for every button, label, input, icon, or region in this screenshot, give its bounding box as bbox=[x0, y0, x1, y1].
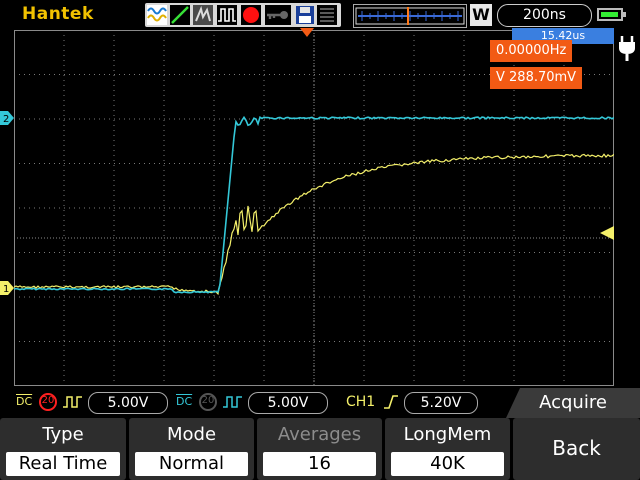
trigger-position-marker[interactable] bbox=[300, 28, 314, 38]
svg-text:2: 2 bbox=[3, 114, 9, 125]
frequency-readout: 0.00000Hz bbox=[490, 40, 573, 62]
ch2-ground-marker[interactable]: 2 bbox=[0, 111, 14, 125]
record-icon[interactable] bbox=[241, 5, 261, 25]
softkey-type-value: Real Time bbox=[6, 452, 120, 476]
softkey-averages-value: 16 bbox=[263, 452, 376, 476]
battery-icon bbox=[597, 8, 626, 21]
trigger-source: CH1 bbox=[346, 394, 376, 410]
softkey-averages[interactable]: Averages 16 bbox=[257, 418, 382, 480]
trigger-level-marker[interactable] bbox=[600, 226, 614, 240]
save-icon[interactable] bbox=[295, 5, 315, 25]
softkey-mode-title: Mode bbox=[166, 424, 217, 445]
menu-title-acquire: Acquire bbox=[506, 388, 640, 418]
ch1-scale[interactable]: 5.00V bbox=[88, 392, 168, 414]
timebase-readout[interactable]: 200ns bbox=[497, 4, 592, 27]
voltage-readout: V 288.70mV bbox=[490, 67, 583, 89]
menu-icon[interactable] bbox=[317, 5, 337, 25]
waveform-icon[interactable] bbox=[147, 5, 167, 25]
memory-window-marker: W bbox=[470, 4, 492, 26]
svg-text:1: 1 bbox=[3, 284, 9, 295]
ch1-bw-label: 20 bbox=[41, 395, 55, 406]
trigger-level[interactable]: 5.20V bbox=[404, 392, 478, 414]
rising-edge-icon[interactable] bbox=[382, 393, 400, 411]
ch2-bw-label: 20 bbox=[201, 395, 215, 406]
softkey-menu: Type Real Time Mode Normal Averages 16 L… bbox=[0, 418, 640, 480]
ch1-coupling: DC bbox=[16, 395, 33, 408]
acquire-status-strip bbox=[145, 3, 341, 27]
softkey-longmem-title: LongMem bbox=[403, 424, 492, 445]
back-button-label: Back bbox=[552, 436, 601, 460]
softkey-longmem-value: 40K bbox=[391, 452, 504, 476]
slope-icon[interactable] bbox=[170, 5, 190, 25]
ch2-coupling: DC bbox=[176, 395, 193, 408]
softkey-mode-value: Normal bbox=[135, 452, 248, 476]
softkey-averages-title: Averages bbox=[277, 424, 362, 445]
softkey-type[interactable]: Type Real Time bbox=[0, 418, 126, 480]
persistence-icon[interactable] bbox=[193, 5, 213, 25]
ch1-ground-marker[interactable]: 1 bbox=[0, 281, 14, 295]
memory-position-bar[interactable] bbox=[353, 4, 467, 28]
back-button[interactable]: Back bbox=[513, 418, 640, 480]
ch2-scale[interactable]: 5.00V bbox=[248, 392, 328, 414]
softkey-longmem[interactable]: LongMem 40K bbox=[385, 418, 510, 480]
ch1-invert-icon[interactable] bbox=[62, 394, 84, 410]
ch2-invert-icon[interactable] bbox=[222, 394, 244, 410]
softkey-mode[interactable]: Mode Normal bbox=[129, 418, 254, 480]
power-plug-icon bbox=[619, 36, 635, 61]
softkey-type-title: Type bbox=[42, 424, 84, 445]
brand-logo: Hantek bbox=[22, 4, 94, 24]
pulse-icon[interactable] bbox=[217, 5, 237, 25]
top-status-bar: Hantek W 200ns bbox=[0, 0, 640, 30]
key-icon[interactable] bbox=[265, 5, 291, 25]
